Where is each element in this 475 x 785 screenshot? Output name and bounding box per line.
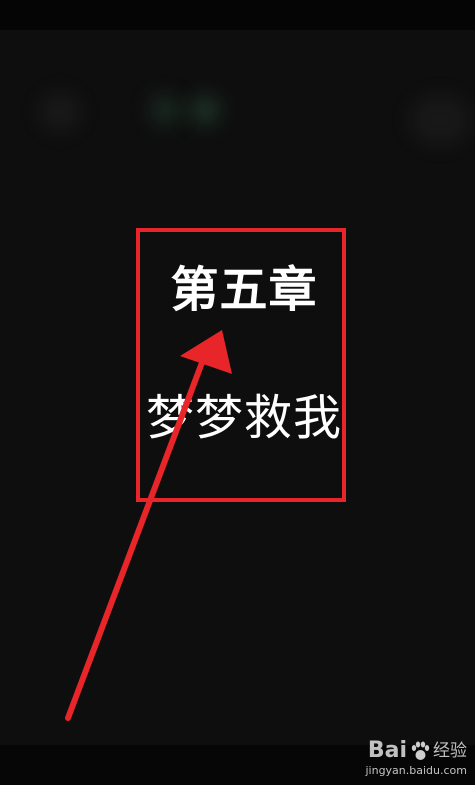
watermark-logo: Bai 经验 bbox=[347, 739, 467, 763]
paw-icon bbox=[409, 740, 431, 762]
arrow-annotation bbox=[65, 330, 232, 721]
watermark-logo-prefix: Bai bbox=[367, 738, 407, 763]
watermark-domain: jingyan.baidu.com bbox=[365, 764, 467, 777]
arrow-head bbox=[180, 330, 232, 374]
video-frame: 第五章 梦梦救我 Bai 经验 jingyan.baidu.com bbox=[0, 0, 475, 785]
arrow-shaft bbox=[65, 357, 206, 721]
watermark-logo-suffix: 经验 bbox=[433, 741, 467, 761]
baidu-jingyan-watermark: Bai 经验 jingyan.baidu.com bbox=[347, 739, 467, 778]
